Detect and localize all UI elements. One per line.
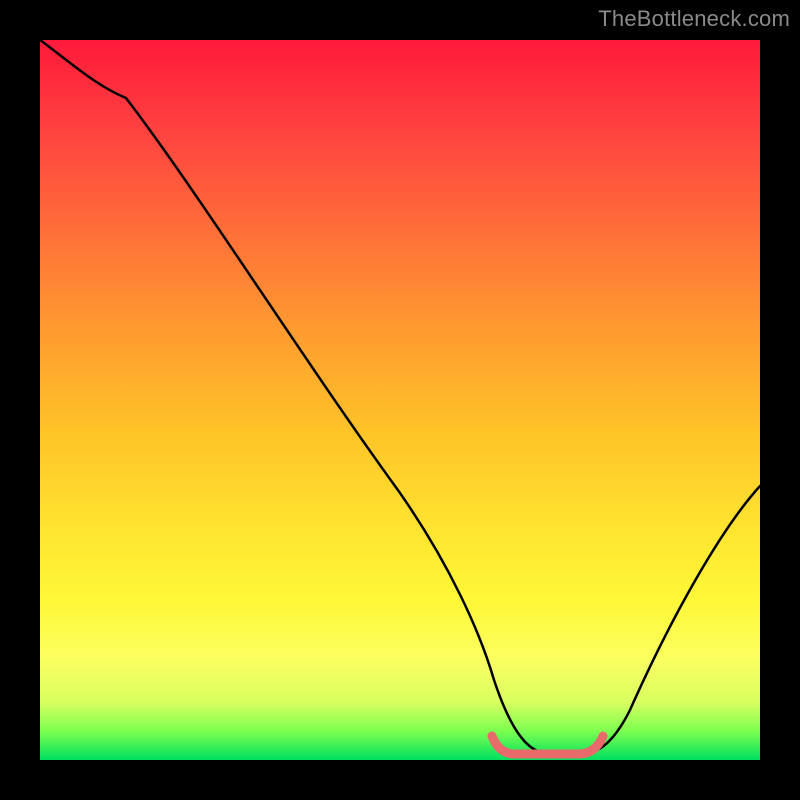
curve-path [40, 40, 760, 753]
optimal-range-marker [492, 736, 603, 754]
plot-area [40, 40, 760, 760]
watermark-text: TheBottleneck.com [598, 6, 790, 32]
chart-frame: TheBottleneck.com [0, 0, 800, 800]
bottleneck-curve [40, 40, 760, 760]
